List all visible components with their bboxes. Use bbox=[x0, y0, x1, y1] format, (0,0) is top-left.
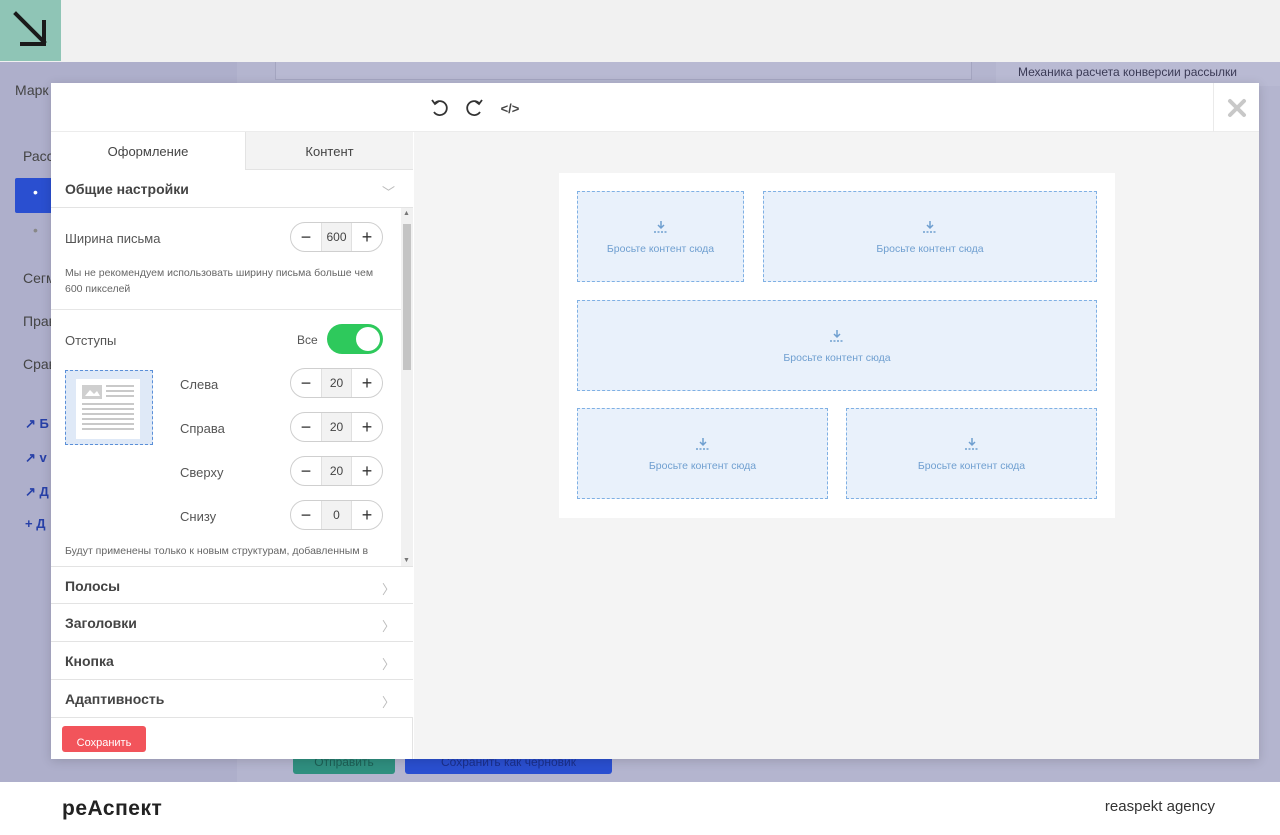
minus-button[interactable]: − bbox=[291, 223, 321, 251]
padding-right-stepper[interactable]: − 20 + bbox=[290, 412, 383, 442]
editor-canvas: Бросьте контент сюда Бросьте контент сюд… bbox=[414, 132, 1259, 759]
all-label: Все bbox=[297, 333, 318, 347]
arrow-down-right-icon bbox=[13, 11, 47, 46]
plus-button[interactable]: + bbox=[352, 369, 382, 397]
email-template: Бросьте контент сюда Бросьте контент сюд… bbox=[559, 173, 1115, 518]
scrollbar-thumb[interactable] bbox=[403, 224, 411, 370]
preview-paper bbox=[76, 379, 140, 439]
close-icon bbox=[1227, 98, 1246, 117]
toggle-knob bbox=[356, 327, 380, 351]
tab-content[interactable]: Контент bbox=[246, 132, 413, 170]
editor-toolbar: </> bbox=[51, 83, 1259, 132]
bg-input bbox=[275, 62, 972, 80]
padding-right-value[interactable]: 20 bbox=[321, 413, 352, 441]
drop-zone-text: Бросьте контент сюда bbox=[917, 460, 1026, 472]
minus-button[interactable]: − bbox=[291, 369, 321, 397]
bg-sidebar-link: ↗ Б bbox=[25, 416, 49, 431]
plus-button[interactable]: + bbox=[352, 457, 382, 485]
all-paddings-toggle[interactable] bbox=[327, 324, 383, 354]
plus-button[interactable]: + bbox=[352, 223, 382, 251]
save-button[interactable]: Сохранить bbox=[62, 726, 146, 752]
download-icon bbox=[578, 329, 1096, 348]
close-button[interactable] bbox=[1213, 83, 1259, 132]
width-label: Ширина письма bbox=[65, 231, 161, 246]
brand-name-right: reaspekt agency bbox=[1104, 798, 1215, 815]
section-stripes[interactable]: Полосы 〉 bbox=[51, 566, 413, 604]
plus-button[interactable]: + bbox=[352, 501, 382, 529]
code-view-button[interactable]: </> bbox=[499, 97, 521, 119]
padding-top-label: Сверху bbox=[180, 465, 224, 480]
section-headings[interactable]: Заголовки 〉 bbox=[51, 604, 413, 642]
bg-sidebar-link: ↗ Д bbox=[25, 484, 49, 499]
width-stepper[interactable]: − 600 + bbox=[290, 222, 383, 252]
logo[interactable] bbox=[0, 0, 61, 61]
bg-sidebar-item: Расс bbox=[23, 148, 54, 164]
drop-zone[interactable]: Бросьте контент сюда bbox=[577, 191, 744, 282]
bg-sidebar-item: Марк bbox=[15, 82, 49, 98]
minus-button[interactable]: − bbox=[291, 501, 321, 529]
divider bbox=[51, 309, 401, 310]
drop-zone[interactable]: Бросьте контент сюда bbox=[577, 408, 828, 499]
minus-button[interactable]: − bbox=[291, 457, 321, 485]
section-title: Адаптивность bbox=[65, 691, 165, 707]
section-adaptive[interactable]: Адаптивность 〉 bbox=[51, 680, 413, 718]
download-icon bbox=[578, 220, 743, 239]
chevron-right-icon: 〉 bbox=[381, 695, 395, 710]
bg-sidebar-dot: • bbox=[33, 222, 38, 238]
width-value[interactable]: 600 bbox=[321, 223, 352, 251]
settings-panel: Оформление Контент Общие настройки ﹀ Шир… bbox=[51, 132, 413, 759]
bg-sidebar-active: • bbox=[15, 178, 55, 213]
drop-zone[interactable]: Бросьте контент сюда bbox=[577, 300, 1097, 391]
scroll-up-icon[interactable]: ▲ bbox=[403, 210, 410, 217]
download-icon bbox=[578, 437, 827, 456]
padding-bottom-value[interactable]: 0 bbox=[321, 501, 352, 529]
paddings-label: Отступы bbox=[65, 333, 117, 348]
drop-zone-text: Бросьте контент сюда bbox=[606, 243, 715, 255]
drop-zone[interactable]: Бросьте контент сюда bbox=[846, 408, 1097, 499]
download-icon bbox=[847, 437, 1096, 456]
bg-sidebar-link: + Д bbox=[25, 516, 46, 531]
width-note: Мы не рекомендуем использовать ширину пи… bbox=[65, 267, 374, 295]
tab-design[interactable]: Оформление bbox=[51, 132, 246, 170]
section-general-settings[interactable]: Общие настройки ﹀ bbox=[51, 170, 413, 208]
padding-top-stepper[interactable]: − 20 + bbox=[290, 456, 383, 486]
padding-left-stepper[interactable]: − 20 + bbox=[290, 368, 383, 398]
chevron-right-icon: 〉 bbox=[381, 657, 395, 672]
padding-left-value[interactable]: 20 bbox=[321, 369, 352, 397]
brand-logo-left: реАспект bbox=[62, 797, 163, 820]
section-title: Полосы bbox=[65, 578, 121, 594]
padding-bottom-label: Снизу bbox=[180, 509, 217, 524]
paddings-note: Будут применены только к новым структура… bbox=[65, 545, 369, 557]
panel-scrollbar[interactable]: ▲ ▼ bbox=[401, 208, 413, 566]
padding-left-label: Слева bbox=[180, 377, 219, 392]
general-settings-body[interactable]: Ширина письма − 600 + Мы не рекомендуем … bbox=[51, 208, 413, 566]
padding-bottom-stepper[interactable]: − 0 + bbox=[290, 500, 383, 530]
scroll-down-icon[interactable]: ▼ bbox=[403, 557, 410, 564]
minus-button[interactable]: − bbox=[291, 413, 321, 441]
email-editor-modal: </> Оформление Контент Общие настройки ﹀… bbox=[51, 83, 1259, 759]
section-title: Кнопка bbox=[65, 653, 114, 669]
padding-right-label: Справа bbox=[180, 421, 225, 436]
bg-sidebar-link: ↗ v bbox=[25, 450, 47, 465]
section-title: Общие настройки bbox=[65, 181, 189, 197]
drop-zone-text: Бросьте контент сюда bbox=[648, 460, 757, 472]
chevron-down-icon: ﹀ bbox=[381, 185, 395, 200]
chevron-right-icon: 〉 bbox=[381, 582, 395, 597]
download-icon bbox=[764, 220, 1096, 239]
document-icon bbox=[82, 385, 134, 430]
drop-zone[interactable]: Бросьте контент сюда bbox=[763, 191, 1097, 282]
section-button[interactable]: Кнопка 〉 bbox=[51, 642, 413, 680]
redo-icon[interactable] bbox=[463, 97, 485, 119]
padding-top-value[interactable]: 20 bbox=[321, 457, 352, 485]
panel-tabs: Оформление Контент bbox=[51, 132, 413, 170]
undo-icon[interactable] bbox=[429, 97, 451, 119]
footer: реАспект reaspekt agency bbox=[0, 782, 1280, 835]
drop-zone-text: Бросьте контент сюда bbox=[876, 243, 984, 255]
section-title: Заголовки bbox=[65, 615, 137, 631]
top-bar bbox=[0, 0, 1280, 62]
padding-preview bbox=[65, 370, 153, 445]
drop-zone-text: Бросьте контент сюда bbox=[783, 352, 891, 364]
chevron-right-icon: 〉 bbox=[381, 619, 395, 634]
plus-button[interactable]: + bbox=[352, 413, 382, 441]
